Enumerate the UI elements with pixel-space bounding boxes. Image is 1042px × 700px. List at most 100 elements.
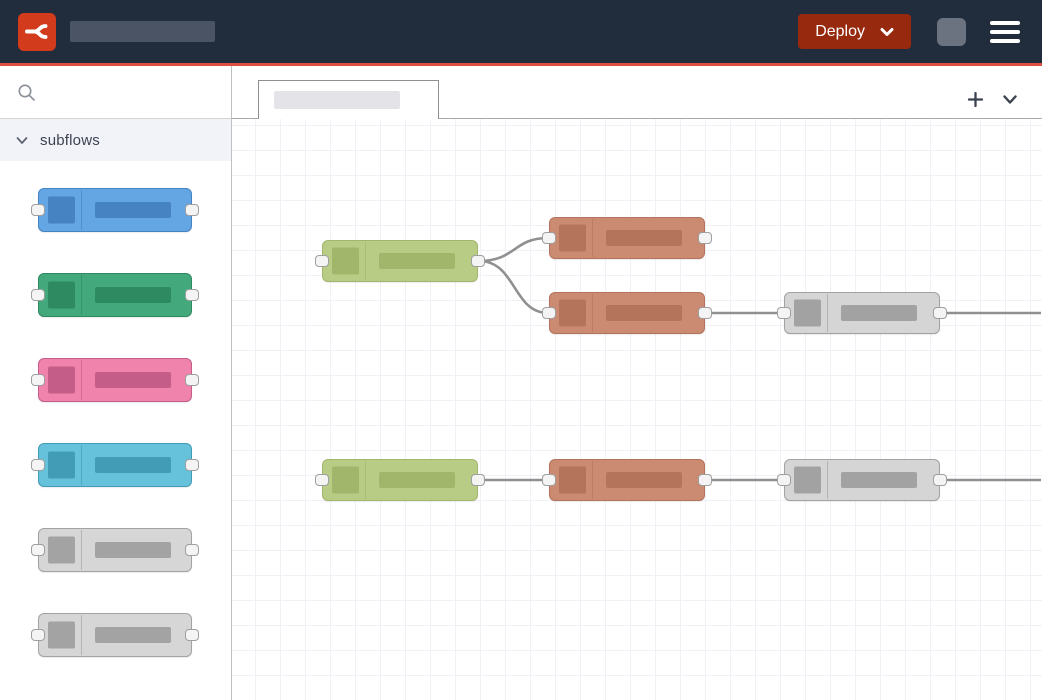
wire[interactable] xyxy=(479,238,548,261)
hamburger-menu-button[interactable] xyxy=(988,19,1022,45)
add-flow-button[interactable] xyxy=(965,89,986,110)
node-label-placeholder xyxy=(606,305,682,321)
node-red-logo-icon xyxy=(18,13,56,51)
node-output-port[interactable] xyxy=(185,374,199,386)
node-output-port[interactable] xyxy=(933,307,947,319)
node-separator xyxy=(365,461,366,499)
flow-node-gray-2[interactable] xyxy=(784,459,940,501)
node-icon-placeholder xyxy=(48,622,75,649)
palette-node-blue[interactable] xyxy=(38,188,192,232)
flow-list-button[interactable] xyxy=(1000,92,1020,107)
node-label-placeholder xyxy=(95,372,171,388)
node-separator xyxy=(81,190,82,230)
chevron-down-icon xyxy=(1002,94,1018,105)
node-icon-placeholder xyxy=(332,248,359,275)
node-input-port[interactable] xyxy=(31,374,45,386)
node-input-port[interactable] xyxy=(542,307,556,319)
node-input-port[interactable] xyxy=(777,307,791,319)
subflows-section-label: subflows xyxy=(40,132,100,149)
node-output-port[interactable] xyxy=(185,544,199,556)
node-input-port[interactable] xyxy=(31,204,45,216)
palette-node-gray-1[interactable] xyxy=(38,528,192,572)
hamburger-bar xyxy=(990,30,1020,34)
flow-node-gray-1[interactable] xyxy=(784,292,940,334)
flow-node-salmon-1[interactable] xyxy=(549,217,705,259)
subflows-section-header[interactable]: subflows xyxy=(0,119,231,161)
palette-node-cyan[interactable] xyxy=(38,443,192,487)
flow-canvas[interactable] xyxy=(232,119,1042,700)
node-output-port[interactable] xyxy=(471,255,485,267)
wire[interactable] xyxy=(479,261,548,313)
node-label-placeholder xyxy=(606,230,682,246)
node-label-placeholder xyxy=(606,472,682,488)
node-output-port[interactable] xyxy=(698,232,712,244)
node-input-port[interactable] xyxy=(315,255,329,267)
node-output-port[interactable] xyxy=(698,307,712,319)
flow-tabbar xyxy=(232,66,1042,119)
flow-tab-active[interactable] xyxy=(258,80,439,119)
palette-item xyxy=(38,273,231,317)
node-output-port[interactable] xyxy=(471,474,485,486)
node-separator xyxy=(81,360,82,400)
palette-list xyxy=(0,161,231,698)
node-input-port[interactable] xyxy=(31,289,45,301)
node-input-port[interactable] xyxy=(542,474,556,486)
flow-tab-label-placeholder xyxy=(274,91,400,109)
node-separator xyxy=(827,461,828,499)
header: Deploy xyxy=(0,0,1042,66)
deploy-button-label: Deploy xyxy=(815,23,865,41)
node-icon-placeholder xyxy=(48,282,75,309)
node-output-port[interactable] xyxy=(698,474,712,486)
palette-item xyxy=(38,528,231,572)
node-label-placeholder xyxy=(841,305,917,321)
node-separator xyxy=(827,294,828,332)
node-label-placeholder xyxy=(379,472,455,488)
palette-item xyxy=(38,358,231,402)
node-label-placeholder xyxy=(841,472,917,488)
node-separator xyxy=(592,294,593,332)
palette-node-green[interactable] xyxy=(38,273,192,317)
node-output-port[interactable] xyxy=(185,459,199,471)
node-input-port[interactable] xyxy=(777,474,791,486)
node-input-port[interactable] xyxy=(31,459,45,471)
node-output-port[interactable] xyxy=(933,474,947,486)
palette-node-gray-2[interactable] xyxy=(38,613,192,657)
node-icon-placeholder xyxy=(559,467,586,494)
flow-node-green-1[interactable] xyxy=(322,240,478,282)
node-label-placeholder xyxy=(95,457,171,473)
node-output-port[interactable] xyxy=(185,204,199,216)
flow-node-salmon-2[interactable] xyxy=(549,292,705,334)
palette-search[interactable] xyxy=(0,66,231,119)
flow-node-green-2[interactable] xyxy=(322,459,478,501)
node-input-port[interactable] xyxy=(31,629,45,641)
node-icon-placeholder xyxy=(48,537,75,564)
node-output-port[interactable] xyxy=(185,289,199,301)
node-separator xyxy=(81,445,82,485)
user-avatar-button[interactable] xyxy=(937,18,966,46)
search-icon xyxy=(17,83,36,102)
deploy-button[interactable]: Deploy xyxy=(798,14,911,49)
node-separator xyxy=(81,275,82,315)
palette-item xyxy=(38,188,231,232)
node-separator xyxy=(81,615,82,655)
palette-item xyxy=(38,443,231,487)
palette-item xyxy=(38,613,231,657)
palette-node-pink[interactable] xyxy=(38,358,192,402)
node-label-placeholder xyxy=(379,253,455,269)
node-input-port[interactable] xyxy=(315,474,329,486)
hamburger-bar xyxy=(990,39,1020,43)
node-output-port[interactable] xyxy=(185,629,199,641)
chevron-down-icon xyxy=(880,27,894,37)
flow-node-salmon-3[interactable] xyxy=(549,459,705,501)
node-input-port[interactable] xyxy=(31,544,45,556)
node-icon-placeholder xyxy=(559,300,586,327)
palette-sidebar: subflows xyxy=(0,66,232,700)
node-separator xyxy=(592,219,593,257)
node-icon-placeholder xyxy=(48,367,75,394)
node-label-placeholder xyxy=(95,287,171,303)
node-icon-placeholder xyxy=(48,197,75,224)
node-icon-placeholder xyxy=(794,300,821,327)
tabbar-actions xyxy=(965,89,1042,110)
chevron-down-icon xyxy=(16,136,28,145)
node-input-port[interactable] xyxy=(542,232,556,244)
